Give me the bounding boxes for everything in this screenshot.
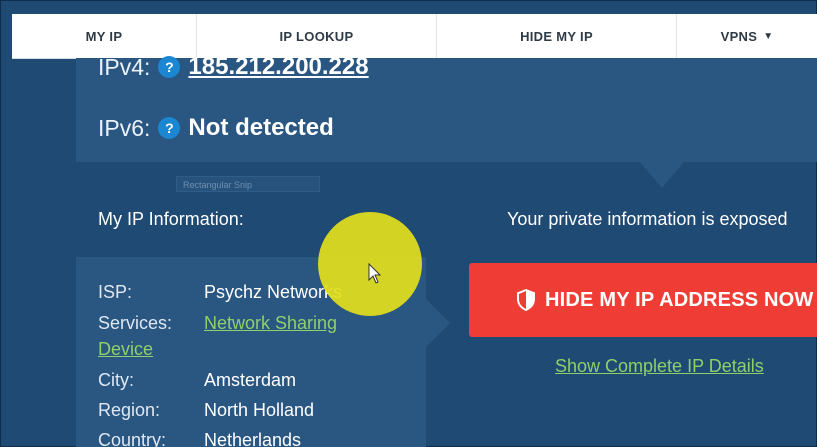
hide-my-ip-button[interactable]: HIDE MY IP ADDRESS NOW	[469, 263, 817, 337]
ipv4-label: IPv4:	[98, 53, 151, 80]
ipv6-row: IPv6: ? Not detected	[98, 113, 334, 143]
nav-hide-my-ip[interactable]: HIDE MY IP	[437, 14, 677, 58]
ipv4-address-link[interactable]: 185.212.200.228	[188, 53, 368, 81]
country-value: Netherlands	[204, 430, 302, 447]
help-icon[interactable]: ?	[158, 117, 181, 139]
nav-vpns-label: VPNS	[720, 28, 758, 44]
ipv6-label: IPv6:	[98, 114, 151, 141]
services-link[interactable]: Network Sharing	[204, 313, 337, 334]
region-label: Region:	[98, 400, 161, 420]
services-link-cont[interactable]: Device	[98, 339, 153, 360]
country-label: Country:	[98, 430, 167, 447]
page-frame: MY IP IP LOOKUP HIDE MY IP VPNS ▼ IPv4: …	[0, 0, 817, 447]
services-label: Services:	[98, 313, 173, 333]
my-ip-info-heading: My IP Information:	[98, 209, 244, 229]
card-arrow	[426, 299, 450, 347]
show-complete-details-link[interactable]: Show Complete IP Details	[555, 356, 764, 377]
isp-label: ISP:	[98, 282, 133, 302]
region-value: North Holland	[204, 400, 315, 420]
city-value: Amsterdam	[204, 370, 297, 390]
hide-my-ip-button-label: HIDE MY IP ADDRESS NOW	[545, 288, 814, 311]
mouse-pointer-icon	[368, 263, 382, 284]
nav-my-ip-label: MY IP	[85, 28, 123, 44]
nav-hide-my-ip-label: HIDE MY IP	[520, 28, 593, 44]
nav-ip-lookup-label: IP LOOKUP	[279, 28, 354, 44]
ipv4-row: IPv4: ? 185.212.200.228	[98, 52, 369, 82]
shield-icon	[517, 289, 535, 311]
nav-vpns[interactable]: VPNS ▼	[677, 14, 817, 58]
panel-pointer	[640, 162, 684, 188]
exposed-heading: Your private information is exposed	[507, 209, 788, 229]
caret-down-icon: ▼	[763, 30, 774, 42]
city-label: City:	[98, 370, 134, 390]
snip-tooltip: Rectangular Snip	[176, 176, 320, 192]
help-icon[interactable]: ?	[158, 56, 181, 78]
isp-value: Psychz Networks	[204, 282, 343, 302]
ipv6-value: Not detected	[188, 114, 334, 141]
